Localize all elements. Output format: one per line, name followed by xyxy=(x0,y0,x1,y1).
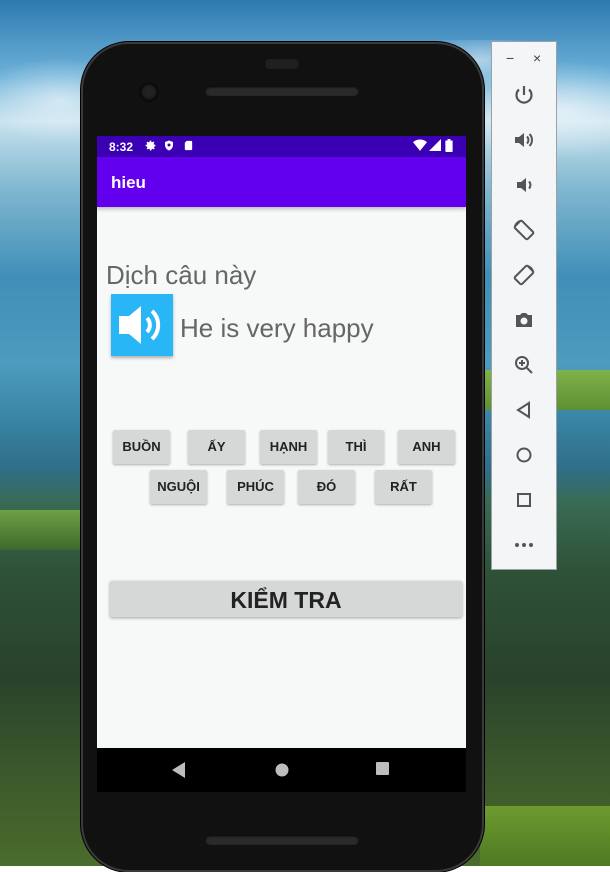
back-icon[interactable] xyxy=(512,398,536,422)
wallpaper-meadow-left xyxy=(0,510,80,550)
bottom-speaker xyxy=(205,835,359,845)
front-camera xyxy=(141,84,157,100)
shield-icon xyxy=(163,139,175,155)
sd-card-icon xyxy=(183,139,194,155)
word-tile[interactable]: NGUỘI xyxy=(150,470,207,504)
word-tile[interactable]: ANH xyxy=(398,430,455,464)
source-sentence: He is very happy xyxy=(180,313,374,343)
battery-icon xyxy=(445,139,453,155)
word-tile[interactable]: HẠNH xyxy=(260,430,317,464)
app-bar: hieu xyxy=(97,157,466,207)
wallpaper-field xyxy=(480,806,610,866)
phone-top-slot xyxy=(265,59,299,69)
app-title: hieu xyxy=(111,173,146,192)
speaker-icon xyxy=(111,306,173,360)
wifi-icon xyxy=(413,139,427,154)
home-icon[interactable] xyxy=(512,443,536,467)
camera-icon[interactable] xyxy=(512,308,536,332)
close-button[interactable]: × xyxy=(533,50,541,66)
overview-icon[interactable] xyxy=(512,488,536,512)
back-icon[interactable] xyxy=(172,762,186,783)
word-tile[interactable]: RẤT xyxy=(375,470,432,504)
word-tile[interactable]: ĐÓ xyxy=(298,470,355,504)
emulator-toolbar: − × xyxy=(491,41,557,570)
volume-down-icon[interactable] xyxy=(512,173,536,197)
check-button[interactable]: KIỂM TRA xyxy=(110,581,462,617)
earpiece-speaker xyxy=(205,86,359,96)
word-tile[interactable]: BUỒN xyxy=(113,430,170,464)
instruction-label: Dịch câu này xyxy=(106,260,257,290)
rotate-left-icon[interactable] xyxy=(512,218,536,242)
volume-up-icon[interactable] xyxy=(512,128,536,152)
recents-icon[interactable] xyxy=(376,762,390,781)
minimize-button[interactable]: − xyxy=(506,50,514,66)
word-tile[interactable]: PHÚC xyxy=(227,470,284,504)
status-bar: 8:32 xyxy=(97,136,466,157)
rotate-right-icon[interactable] xyxy=(512,263,536,287)
signal-icon xyxy=(429,139,441,154)
play-audio-button[interactable] xyxy=(111,294,173,356)
word-tile[interactable]: ẤY xyxy=(188,430,245,464)
phone-screen: 8:32 hieu Dịch câu này He is very happy … xyxy=(97,136,466,748)
home-icon[interactable] xyxy=(274,762,290,783)
android-nav-bar xyxy=(97,748,466,792)
gear-icon xyxy=(144,139,157,155)
power-icon[interactable] xyxy=(512,83,536,107)
word-tile[interactable]: THÌ xyxy=(328,430,384,464)
status-time: 8:32 xyxy=(109,140,134,154)
more-icon[interactable] xyxy=(512,533,536,557)
zoom-icon[interactable] xyxy=(512,353,536,377)
